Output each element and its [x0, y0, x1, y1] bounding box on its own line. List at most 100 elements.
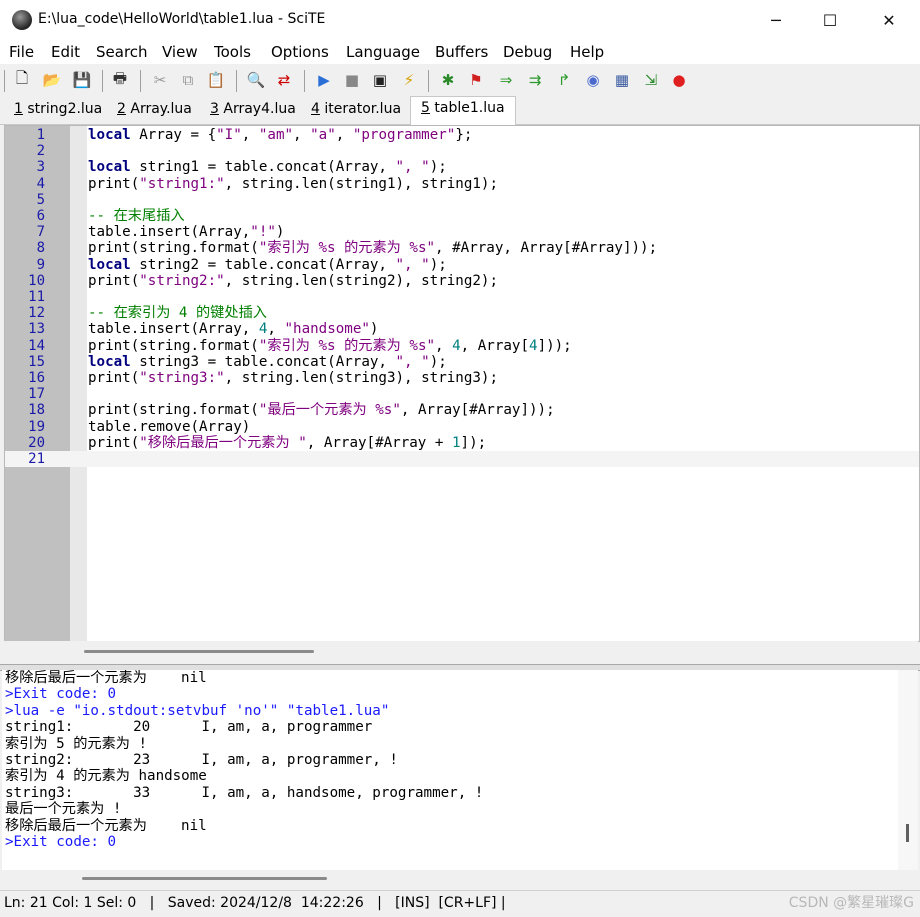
line-source: -- 在索引为 4 的键处插入: [88, 305, 267, 321]
code-editor[interactable]: 1 local Array = {"I", "am", "a", "program…: [4, 125, 920, 642]
menu-tools[interactable]: Tools: [214, 43, 251, 61]
minimize-button[interactable]: ─: [753, 0, 799, 40]
step-over-icon[interactable]: ⇒: [496, 70, 516, 90]
find-icon[interactable]: 🔍: [246, 70, 266, 90]
line-source: local string3 = table.concat(Array, ", "…: [88, 354, 447, 370]
line-source: table.insert(Array, 4, "handsome"): [88, 321, 378, 337]
code-line[interactable]: 15 local string3 = table.concat(Array, ",…: [5, 354, 919, 370]
code-line[interactable]: 17: [5, 386, 919, 402]
code-token: , Array[#Array +: [306, 434, 452, 451]
code-line[interactable]: 12 -- 在索引为 4 的键处插入: [5, 305, 919, 321]
menu-buffers[interactable]: Buffers: [435, 43, 488, 61]
paste-icon[interactable]: 📋: [206, 70, 226, 90]
menu-edit[interactable]: Edit: [51, 43, 80, 61]
code-token: -- 在末尾插入: [88, 208, 185, 224]
code-token: print(string.format(: [88, 240, 259, 257]
menu-file[interactable]: File: [9, 43, 34, 61]
step-into-icon[interactable]: ⇉: [525, 70, 545, 90]
output-vertical-scrollbar[interactable]: [898, 670, 918, 870]
replace-icon[interactable]: ⇄: [274, 70, 294, 90]
menu-options[interactable]: Options: [271, 43, 329, 61]
code-line[interactable]: 11: [5, 289, 919, 305]
maximize-button[interactable]: ☐: [807, 0, 853, 40]
code-line[interactable]: 10 print("string2:", string.len(string2),…: [5, 273, 919, 289]
save-icon[interactable]: 💾: [72, 70, 92, 90]
menu-debug[interactable]: Debug: [503, 43, 552, 61]
tab-array[interactable]: 2 Array.lua: [117, 98, 192, 125]
scrollbar-thumb[interactable]: [82, 877, 327, 880]
watch-icon[interactable]: ◉: [583, 70, 603, 90]
code-token: );: [429, 353, 447, 370]
code-token: "string3:": [139, 370, 225, 386]
tab-iterator[interactable]: 4 iterator.lua: [311, 98, 401, 125]
tab-array4[interactable]: 3 Array4.lua: [210, 98, 296, 125]
code-token: , string.len(string3), string3);: [224, 370, 499, 386]
code-line[interactable]: 1 local Array = {"I", "am", "a", "program…: [5, 127, 919, 143]
open-folder-icon[interactable]: 📂: [42, 70, 62, 90]
tab-string2[interactable]: 1 string2.lua: [14, 98, 102, 125]
code-token: ,: [435, 337, 453, 354]
console-icon[interactable]: ▣: [370, 70, 390, 90]
toolbar-separator: [4, 70, 5, 92]
toolbar-separator: [428, 70, 429, 92]
code-token: Array = {: [130, 127, 217, 143]
run-icon[interactable]: ▶: [314, 70, 334, 90]
breakpoint-flag-icon[interactable]: ⚑: [466, 70, 486, 90]
close-button[interactable]: ✕: [866, 0, 912, 40]
editor-horizontal-scrollbar[interactable]: [4, 641, 918, 663]
debug-bug-icon[interactable]: ✱: [438, 70, 458, 90]
code-token: ,: [293, 127, 311, 143]
code-line[interactable]: 20 print("移除后最后一个元素为 ", Array[#Array + 1]…: [5, 435, 919, 451]
scrollbar-thumb[interactable]: [906, 824, 909, 842]
scrollbar-thumb[interactable]: [84, 650, 314, 653]
menu-language[interactable]: Language: [346, 43, 420, 61]
code-line[interactable]: 16 print("string3:", string.len(string3),…: [5, 370, 919, 386]
record-icon[interactable]: ●: [669, 70, 689, 90]
step-out-icon[interactable]: ↱: [554, 70, 574, 90]
scite-app-icon: [12, 10, 32, 30]
output-line: string1: 20 I, am, a, programmer: [5, 719, 373, 736]
tab-label: string2.lua: [27, 101, 103, 117]
code-token: , string.len(string1), string1);: [224, 175, 499, 192]
line-number: 21: [28, 451, 45, 467]
code-token: print(: [88, 370, 140, 386]
code-token: );: [429, 256, 447, 273]
cut-icon[interactable]: ✂: [150, 70, 170, 90]
code-line[interactable]: 5: [5, 192, 919, 208]
code-line[interactable]: 3 local string1 = table.concat(Array, ", …: [5, 159, 919, 175]
print-icon[interactable]: 🖶: [110, 69, 130, 90]
tab-table1[interactable]: 5 table1.lua: [410, 96, 516, 127]
output-horizontal-scrollbar[interactable]: [2, 870, 918, 888]
code-line[interactable]: 9 local string2 = table.concat(Array, ", …: [5, 257, 919, 273]
tab-number: 3: [210, 101, 219, 117]
menu-bar: File Edit Search View Tools Options Lang…: [0, 40, 920, 64]
new-file-icon[interactable]: 🗋: [12, 69, 32, 90]
code-line[interactable]: 21: [5, 451, 919, 467]
code-line[interactable]: 14 print(string.format("索引为 %s 的元素为 %s", …: [5, 338, 919, 354]
menu-view[interactable]: View: [162, 43, 198, 61]
code-line[interactable]: 6 -- 在末尾插入: [5, 208, 919, 224]
line-source: print(string.format("索引为 %s 的元素为 %s", #A…: [88, 240, 657, 256]
menu-help[interactable]: Help: [570, 43, 604, 61]
code-token: "I": [216, 127, 242, 143]
code-line[interactable]: 18 print(string.format("最后一个元素为 %s", Arra…: [5, 402, 919, 418]
copy-icon[interactable]: ⧉: [178, 70, 198, 90]
build-icon[interactable]: ⚡: [399, 70, 419, 90]
line-source: print(string.format("最后一个元素为 %s", Array[…: [88, 402, 555, 418]
code-line[interactable]: 13 table.insert(Array, 4, "handsome"): [5, 321, 919, 337]
code-line[interactable]: 2: [5, 143, 919, 159]
output-pane[interactable]: 移除后最后一个元素为 nil >Exit code: 0 >lua -e "io.s…: [2, 670, 898, 870]
code-line[interactable]: 7 table.insert(Array,"!"): [5, 224, 919, 240]
export-icon[interactable]: ⇲: [641, 70, 661, 90]
menu-search[interactable]: Search: [96, 43, 148, 61]
code-token: string2 = table.concat(Array,: [130, 256, 396, 273]
line-source: local string1 = table.concat(Array, ", "…: [88, 159, 447, 175]
code-line[interactable]: 4 print("string1:", string.len(string1), …: [5, 176, 919, 192]
stop-icon[interactable]: ■: [342, 70, 362, 90]
line-number: 3: [36, 159, 45, 176]
code-token: print(string.format(: [88, 337, 259, 354]
code-token: print(string.format(: [88, 402, 259, 419]
calculator-icon[interactable]: ▦: [612, 70, 632, 90]
code-line[interactable]: 8 print(string.format("索引为 %s 的元素为 %s", #…: [5, 240, 919, 256]
code-line[interactable]: 19 table.remove(Array): [5, 419, 919, 435]
